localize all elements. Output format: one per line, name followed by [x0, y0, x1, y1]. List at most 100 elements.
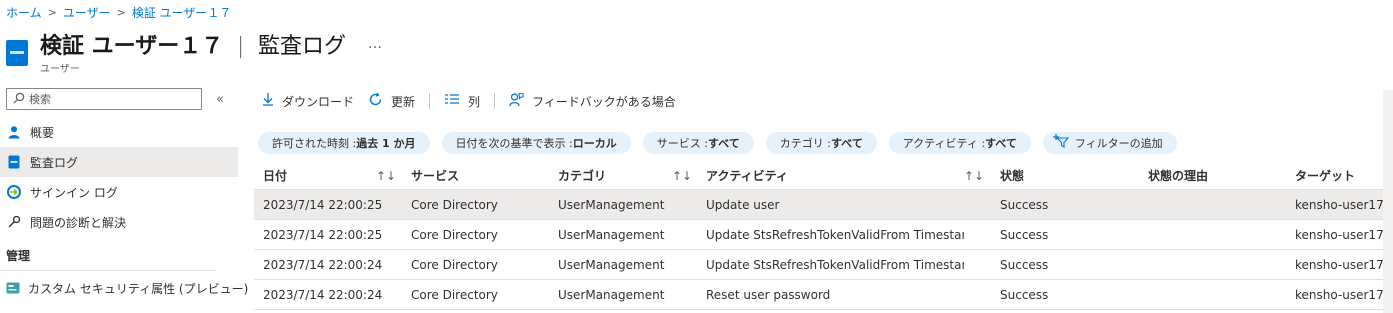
filter-pill-label: 日付を次の基準で表示 : [455, 137, 573, 150]
breadcrumb-separator: > [116, 6, 126, 19]
cell-date: 2023/7/14 22:00:25 [263, 197, 383, 212]
page-title-main: 検証 ユーザー１７ [40, 34, 224, 59]
columns-icon [444, 93, 460, 109]
sidebar-item-sign-in-log[interactable]: サインイン ログ [0, 177, 238, 207]
search-icon [13, 92, 25, 107]
cell-activity: Reset user password [706, 287, 831, 302]
cell-service: Core Directory [411, 197, 498, 212]
download-button[interactable]: ダウンロード [262, 92, 354, 110]
toolbar-divider [429, 93, 431, 109]
download-label: ダウンロード [282, 94, 355, 109]
cell-service: Core Directory [411, 287, 498, 302]
column-header-service[interactable]: サービス [411, 167, 551, 184]
filter-pill-activity[interactable]: アクティビティ : すべて [888, 132, 1031, 154]
add-filter-label: フィルターの追加 [1074, 137, 1163, 150]
breadcrumb-separator: > [47, 6, 57, 19]
feedback-button[interactable]: フィードバックがある場合 [509, 92, 676, 111]
breadcrumb-users[interactable]: ユーザー [63, 4, 111, 21]
title-separator: | [236, 34, 245, 59]
filter-pill-time[interactable]: 許可された時刻 : 過去 1 か月 [258, 132, 430, 154]
cell-target: kensho-user17... [1295, 227, 1391, 242]
cell-activity: Update user [706, 197, 780, 212]
filter-pill-value: ローカル [572, 137, 617, 150]
cell-date: 2023/7/14 22:00:24 [263, 287, 383, 302]
refresh-button[interactable]: 更新 [368, 92, 415, 111]
filter-pill-label: カテゴリ : [779, 137, 831, 150]
cell-target: kensho-user17... [1295, 197, 1391, 212]
filter-pill-service[interactable]: サービス : すべて [642, 132, 754, 154]
page-title: 検証 ユーザー１７ | 監査ログ [40, 28, 346, 60]
cell-status: Success [1000, 287, 1049, 302]
sidebar-item-overview[interactable]: 概要 [0, 117, 238, 147]
cell-service: Core Directory [411, 227, 498, 242]
columns-button[interactable]: 列 [444, 93, 480, 110]
page-title-sub: 監査ログ [258, 34, 347, 59]
more-options-icon[interactable]: … [368, 36, 383, 52]
user-icon [6, 124, 22, 140]
breadcrumb-home[interactable]: ホーム [6, 4, 42, 21]
filter-pill-category[interactable]: カテゴリ : すべて [765, 132, 877, 154]
cell-category: UserManagement [558, 257, 665, 272]
vertical-scrollbar[interactable] [1383, 90, 1393, 313]
cell-status: Success [1000, 197, 1049, 212]
sidebar-item-audit-log[interactable]: 監査ログ [0, 147, 238, 177]
audit-log-icon [6, 154, 22, 170]
cell-category: UserManagement [558, 227, 665, 242]
sidebar-item-label: 概要 [30, 125, 55, 140]
columns-label: 列 [468, 94, 481, 109]
sidebar-item-custom-security-attributes[interactable]: カスタム セキュリティ属性 (プレビュー) [0, 273, 248, 303]
cell-activity: Update StsRefreshTokenValidFrom Timestam… [706, 227, 964, 242]
refresh-icon [368, 92, 383, 111]
table-row[interactable]: 2023/7/14 22:00:25 Core Directory UserMa… [254, 220, 1393, 250]
audit-log-icon [6, 40, 28, 66]
table-row[interactable]: 2023/7/14 22:00:24 Core Directory UserMa… [254, 250, 1393, 280]
sort-icon[interactable]: ↑↓ [376, 169, 396, 183]
table-header: 日付 ↑↓ サービス カテゴリ ↑↓ アクティビティ ↑↓ 状態 状態の理由 タ… [254, 162, 1393, 190]
add-filter-button[interactable]: フィルターの追加 [1042, 132, 1177, 154]
filter-pill-value: 過去 1 か月 [356, 137, 416, 150]
sidebar-nav: 概要 監査ログ サインイン ログ 問題の診断と解決 管理 カスタム セキュリティ [0, 117, 248, 303]
add-filter-icon [1052, 134, 1070, 152]
sidebar-section-manage: 管理 [0, 241, 216, 271]
sidebar-item-label: 監査ログ [30, 155, 79, 170]
cell-date: 2023/7/14 22:00:25 [263, 227, 383, 242]
column-header-status[interactable]: 状態 [1000, 167, 1130, 184]
cell-category: UserManagement [558, 287, 665, 302]
filter-bar: 許可された時刻 : 過去 1 か月 日付を次の基準で表示 : ローカル サービス… [258, 132, 1189, 154]
page-subtitle: ユーザー [40, 64, 80, 75]
refresh-label: 更新 [391, 94, 416, 109]
sidebar-item-label: 問題の診断と解決 [30, 215, 127, 230]
cell-status: Success [1000, 257, 1049, 272]
audit-log-table: 日付 ↑↓ サービス カテゴリ ↑↓ アクティビティ ↑↓ 状態 状態の理由 タ… [254, 162, 1393, 310]
page-header: 検証 ユーザー１７ | 監査ログ … ユーザー [6, 28, 383, 75]
sidebar: « 概要 監査ログ サインイン ログ 問題の診断と解決 管理 [0, 88, 248, 303]
filter-pill-value: すべて [707, 137, 740, 150]
feedback-label: フィードバックがある場合 [532, 94, 676, 109]
filter-pill-label: サービス : [656, 137, 708, 150]
sort-icon[interactable]: ↑↓ [964, 169, 984, 183]
cell-date: 2023/7/14 22:00:24 [263, 257, 383, 272]
table-row[interactable]: 2023/7/14 22:00:25 Core Directory UserMa… [254, 190, 1393, 220]
filter-pill-label: 許可された時刻 : [272, 137, 357, 150]
sidebar-search-row: « [6, 88, 238, 110]
cell-category: UserManagement [558, 197, 665, 212]
filter-pill-date-display[interactable]: 日付を次の基準で表示 : ローカル [441, 132, 631, 154]
collapse-sidebar-icon[interactable]: « [216, 92, 224, 107]
wrench-icon [6, 214, 22, 230]
sidebar-item-label: サインイン ログ [30, 185, 118, 200]
cell-target: kensho-user17... [1295, 257, 1391, 272]
cell-service: Core Directory [411, 257, 498, 272]
column-header-activity[interactable]: アクティビティ [706, 167, 964, 184]
column-header-status-reason[interactable]: 状態の理由 [1148, 167, 1278, 184]
sort-icon[interactable]: ↑↓ [672, 169, 692, 183]
download-icon [262, 92, 274, 110]
sidebar-search-box [6, 88, 202, 110]
cell-activity: Update StsRefreshTokenValidFrom Timestam… [706, 257, 964, 272]
table-row[interactable]: 2023/7/14 22:00:24 Core Directory UserMa… [254, 280, 1393, 310]
column-header-category[interactable]: カテゴリ [558, 167, 668, 184]
breadcrumb-user[interactable]: 検証 ユーザー１７ [132, 4, 232, 21]
sidebar-item-diagnose[interactable]: 問題の診断と解決 [0, 207, 238, 237]
column-header-target[interactable]: ターゲット [1295, 167, 1391, 184]
feedback-icon [509, 92, 524, 111]
search-input[interactable] [29, 92, 189, 106]
